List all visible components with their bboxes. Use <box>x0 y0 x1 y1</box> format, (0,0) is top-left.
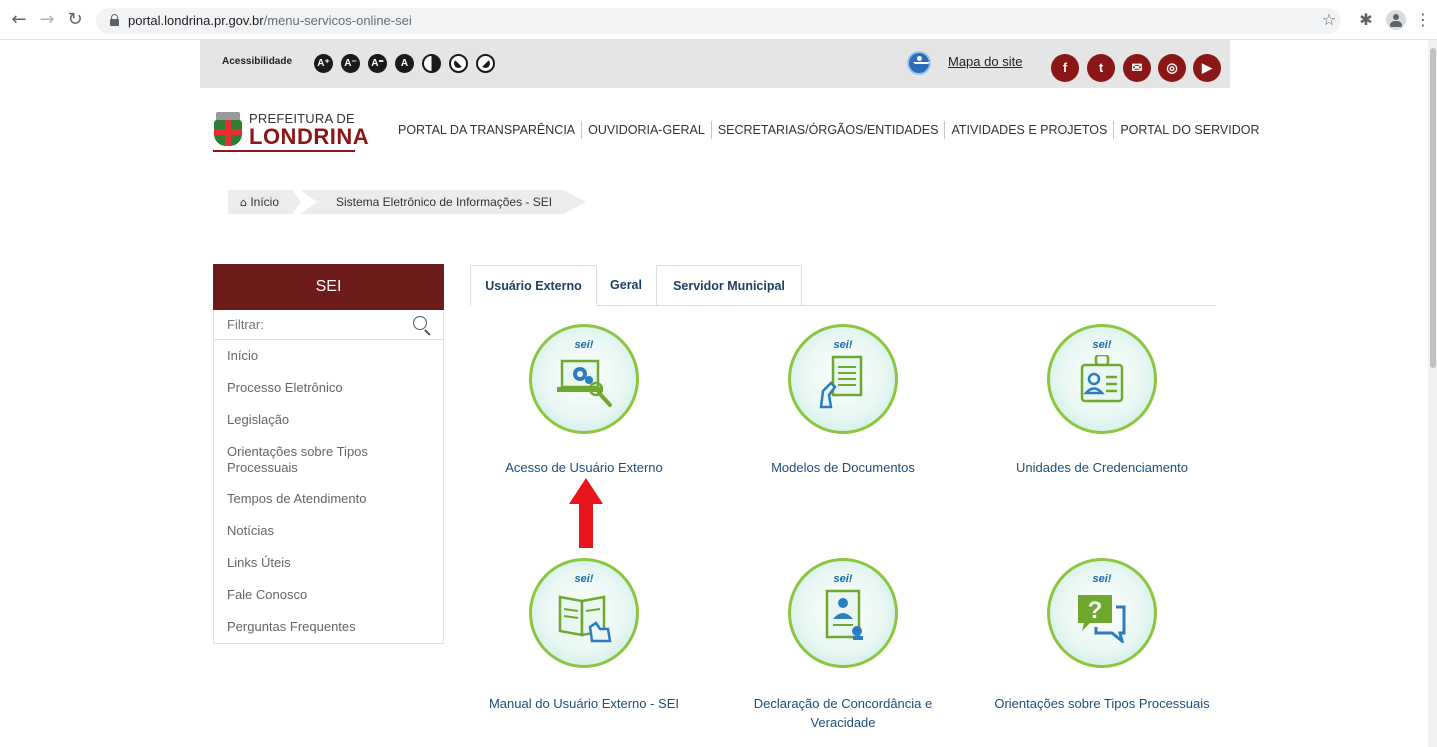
red-arrow-icon <box>569 478 603 548</box>
sidebar-item-fale-conosco[interactable]: Fale Conosco <box>214 587 443 603</box>
nav-transparencia[interactable]: PORTAL DA TRANSPARÊNCIA <box>392 121 583 139</box>
filter-box <box>214 310 443 340</box>
sidebar-item-noticias[interactable]: Notícias <box>214 523 443 539</box>
instagram-icon[interactable]: ◎ <box>1158 54 1186 82</box>
laptop-gear-icon <box>557 359 612 407</box>
sei-tag: sei! <box>833 339 853 351</box>
email-icon[interactable]: ✉ <box>1123 54 1151 82</box>
bookmark-star-icon[interactable]: ☆ <box>1319 10 1339 30</box>
search-icon[interactable] <box>413 316 427 330</box>
service-card-unidades[interactable]: sei! Unidades de Credenciamento <box>982 324 1222 484</box>
site-map-link[interactable]: Mapa do site <box>948 54 1022 69</box>
breadcrumb-home-label: Início <box>250 195 280 209</box>
service-label[interactable]: Unidades de Credenciamento <box>982 458 1222 477</box>
service-circle: sei! <box>529 558 639 668</box>
home-icon: ⌂ <box>240 196 247 209</box>
document-hand-icon <box>819 355 863 409</box>
tab-bar: Usuário Externo Geral Servidor Municipal <box>470 265 1216 306</box>
sei-tag: sei! <box>1092 339 1112 351</box>
service-circle: sei! ? <box>1047 558 1157 668</box>
forward-icon[interactable]: → <box>36 9 58 31</box>
service-circle: sei! <box>788 324 898 434</box>
sidebar-item-tempos[interactable]: Tempos de Atendimento <box>214 491 443 507</box>
logo-underline <box>213 150 355 152</box>
service-circle: sei! <box>788 558 898 668</box>
back-icon[interactable]: ← <box>8 9 30 31</box>
sidebar-item-inicio[interactable]: Início <box>214 348 443 364</box>
sidebar-item-orientacoes[interactable]: Orientações sobre Tipos Processuais <box>214 444 404 476</box>
nav-portal-servidor[interactable]: PORTAL DO SERVIDOR <box>1114 121 1265 139</box>
extensions-icon[interactable]: ✱ <box>1356 10 1376 30</box>
main-navigation: PORTAL DA TRANSPARÊNCIA OUVIDORIA-GERAL … <box>392 121 1265 139</box>
service-card-manual[interactable]: sei! Manual do Usuário Externo - SEI <box>464 558 704 718</box>
nav-secretarias[interactable]: SECRETARIAS/ÓRGÃOS/ENTIDADES <box>712 121 946 139</box>
breadcrumb-home[interactable]: ⌂ Início <box>228 190 302 214</box>
reload-icon[interactable]: ↻ <box>64 9 86 31</box>
twitter-icon[interactable]: t <box>1087 54 1115 82</box>
url-text: portal.londrina.pr.gov.br/menu-servicos-… <box>128 13 412 28</box>
tab-geral[interactable]: Geral <box>598 265 654 306</box>
service-label[interactable]: Modelos de Documentos <box>723 458 963 477</box>
sidebar-item-legislacao[interactable]: Legislação <box>214 412 443 428</box>
service-circle: sei! <box>529 324 639 434</box>
lock-icon <box>110 14 119 26</box>
service-card-modelos[interactable]: sei! Modelos de Documentos <box>723 324 963 484</box>
sidebar-item-links-uteis[interactable]: Links Úteis <box>214 555 443 571</box>
sei-tag: sei! <box>833 573 853 585</box>
service-label[interactable]: Orientações sobre Tipos Processuais <box>982 694 1222 713</box>
profile-avatar-icon[interactable] <box>1386 10 1406 30</box>
nav-atividades[interactable]: ATIVIDADES E PROJETOS <box>945 121 1115 139</box>
tab-usuario-externo[interactable]: Usuário Externo <box>470 265 597 306</box>
svg-text:?: ? <box>1088 597 1103 624</box>
address-bar[interactable]: portal.londrina.pr.gov.br/menu-servicos-… <box>96 8 1341 34</box>
service-card-declaracao[interactable]: sei! Declaração de Concordância e Veraci… <box>723 558 963 733</box>
certificate-icon <box>825 589 863 640</box>
service-label[interactable]: Acesso de Usuário Externo <box>464 458 704 477</box>
browser-toolbar: ← → ↻ portal.londrina.pr.gov.br/menu-ser… <box>0 0 1437 40</box>
service-circle: sei! <box>1047 324 1157 434</box>
service-card-orientacoes[interactable]: sei! ? Orientações sobre Tipos Processua… <box>982 558 1222 718</box>
dark-mode-icon[interactable] <box>449 54 468 73</box>
accessibility-icon[interactable] <box>907 51 931 75</box>
scrollbar-thumb[interactable] <box>1430 48 1436 368</box>
font-default-icon[interactable]: A <box>395 54 414 73</box>
browser-menu-icon[interactable]: ⋮ <box>1413 10 1433 30</box>
filter-input[interactable] <box>214 310 404 339</box>
accessibility-bar: Acessibilidade A⁺ A⁻ A⁼ A Mapa do site f… <box>200 40 1230 88</box>
accessibility-label: Acessibilidade <box>222 56 293 67</box>
service-card-acesso[interactable]: sei! Acesso de Usuário Externo <box>464 324 704 484</box>
font-increase-icon[interactable]: A⁺ <box>314 54 333 73</box>
sidebar: SEI Início Processo Eletrônico Legislaçã… <box>213 264 444 644</box>
question-chat-icon: ? <box>1078 595 1126 643</box>
breadcrumb-current-label: Sistema Eletrônico de Informações - SEI <box>336 195 553 209</box>
tab-servidor-municipal[interactable]: Servidor Municipal <box>656 265 802 306</box>
id-badge-icon <box>1080 355 1124 403</box>
font-decrease-icon[interactable]: A⁻ <box>341 54 360 73</box>
coat-of-arms-icon <box>213 112 243 148</box>
service-label[interactable]: Manual do Usuário Externo - SEI <box>464 694 704 713</box>
service-label[interactable]: Declaração de Concordância e Veracidade <box>738 694 948 732</box>
sei-tag: sei! <box>574 573 594 585</box>
font-reset-icon[interactable]: A⁼ <box>368 54 387 73</box>
facebook-icon[interactable]: f <box>1051 54 1079 82</box>
light-mode-icon[interactable] <box>476 54 495 73</box>
youtube-icon[interactable]: ▶ <box>1193 54 1221 82</box>
nav-ouvidoria[interactable]: OUVIDORIA-GERAL <box>582 121 712 139</box>
sidebar-title: SEI <box>213 264 444 310</box>
sidebar-item-perguntas[interactable]: Perguntas Frequentes <box>214 619 443 635</box>
sidebar-item-processo-eletronico[interactable]: Processo Eletrônico <box>214 380 443 396</box>
sei-tag: sei! <box>1092 573 1112 585</box>
book-hand-icon <box>558 595 612 643</box>
contrast-icon[interactable] <box>422 54 441 73</box>
breadcrumb-current: Sistema Eletrônico de Informações - SEI <box>300 190 587 214</box>
prefeitura-logo[interactable]: PREFEITURA DE LONDRINA <box>213 110 369 156</box>
logo-main-text: LONDRINA <box>249 124 370 149</box>
sei-tag: sei! <box>574 339 594 351</box>
